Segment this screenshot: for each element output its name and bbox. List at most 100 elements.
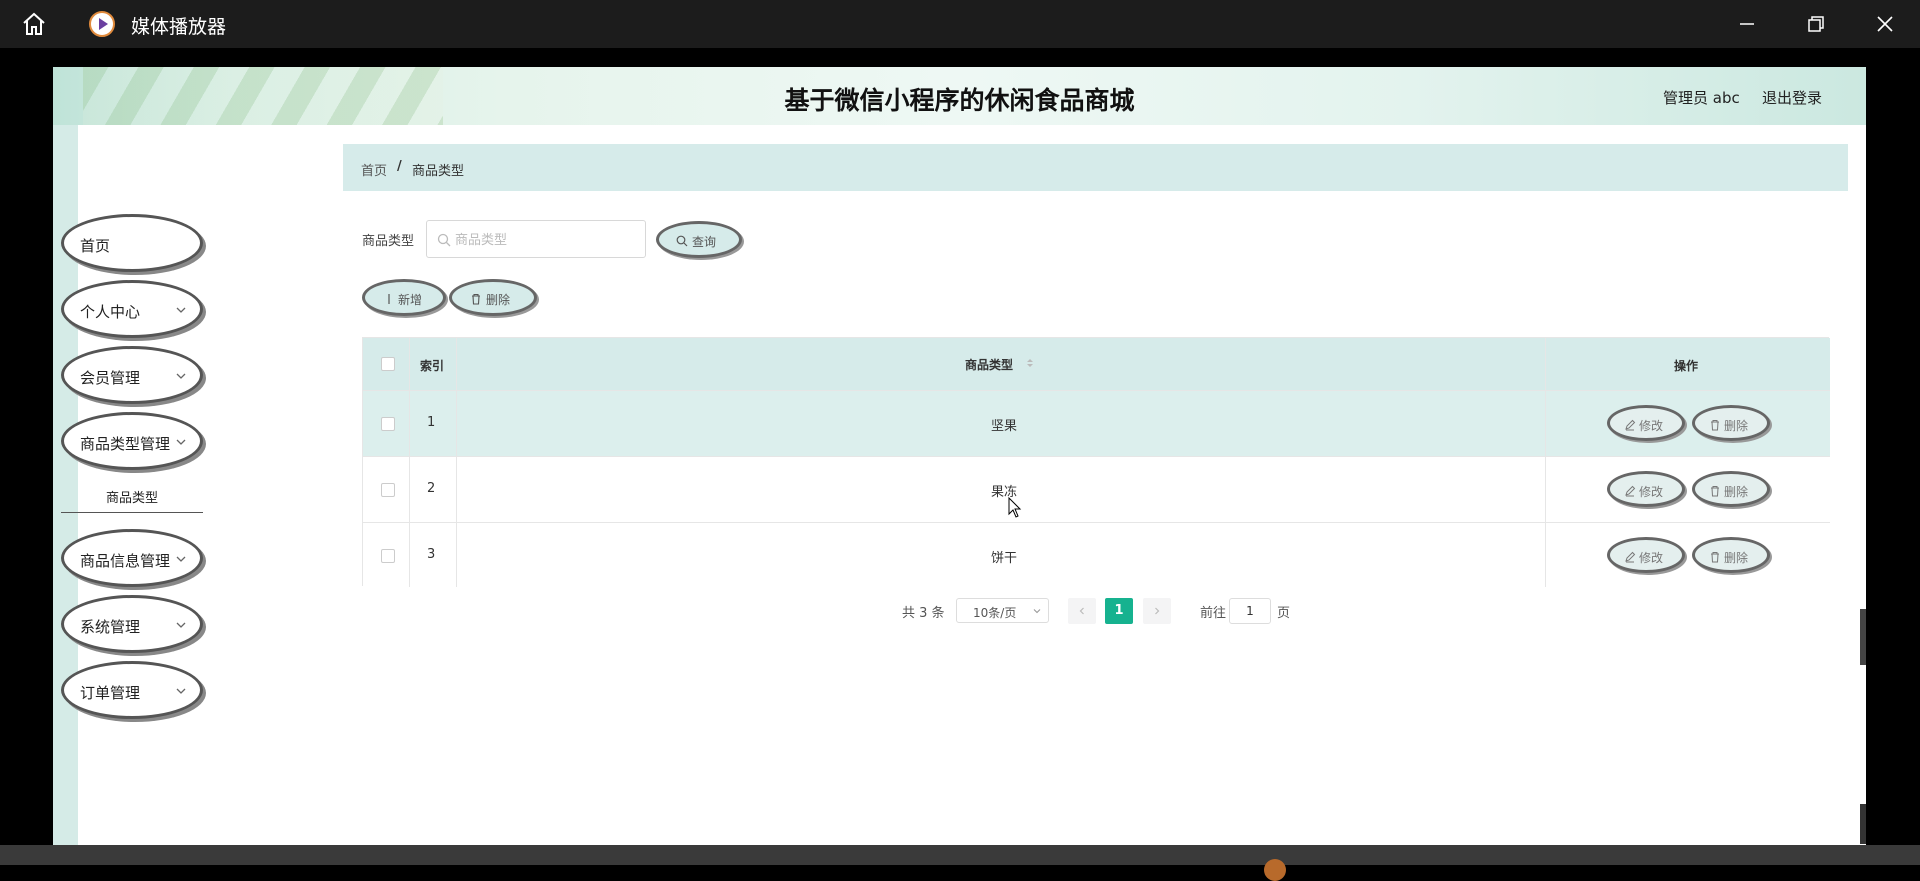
page-size-value: 10条/页 [973, 606, 1017, 620]
chevron-down-icon [176, 439, 186, 445]
sidebar-item-home[interactable]: 首页 [61, 214, 203, 272]
column-divider [456, 338, 457, 587]
trash-icon [472, 293, 480, 305]
select-all-checkbox[interactable] [381, 357, 395, 371]
search-label: 商品类型 [362, 234, 415, 249]
product-type-table: 索引 商品类型 操作 1 坚果 修改 删除 2 果冻 修改 删除 3 饼干 修改… [362, 337, 1830, 588]
search-field[interactable] [426, 220, 646, 258]
column-header-actions: 操作 [1674, 359, 1699, 373]
breadcrumb: 首页 / 商品类型 [343, 144, 1848, 191]
sidebar-item-member-management[interactable]: 会员管理 [61, 346, 203, 404]
breadcrumb-current: 商品类型 [412, 164, 465, 179]
page-size-select[interactable]: 10条/页 [956, 598, 1049, 623]
breadcrumb-separator: / [397, 159, 402, 174]
goto-label: 前往 [1200, 606, 1227, 621]
table-row[interactable]: 1 坚果 修改 删除 [363, 390, 1830, 456]
sidebar-item-label: 商品信息管理 [80, 552, 171, 570]
edit-button-label: 修改 [1639, 485, 1664, 499]
sidebar-item-order-management[interactable]: 订单管理 [61, 661, 203, 719]
site-title: 基于微信小程序的休闲食品商城 [784, 86, 1135, 115]
player-controls-bar [0, 845, 1920, 881]
edit-button[interactable]: 修改 [1607, 405, 1685, 441]
row-checkbox[interactable] [381, 483, 395, 497]
row-index: 2 [427, 481, 436, 496]
sidebar-item-product-info-management[interactable]: 商品信息管理 [61, 529, 203, 587]
logout-link[interactable]: 退出登录 [1762, 87, 1822, 108]
sort-icon[interactable] [1026, 357, 1034, 369]
row-delete-button[interactable]: 删除 [1692, 537, 1770, 573]
scrollbar-thumb[interactable] [1860, 804, 1866, 844]
admin-label: 管理员 abc [1663, 89, 1740, 107]
close-icon[interactable] [1870, 10, 1900, 38]
plus-icon [388, 294, 390, 304]
chevron-right-icon [1155, 607, 1160, 615]
edit-icon [1625, 551, 1636, 563]
next-page-button[interactable] [1143, 598, 1171, 624]
chevron-down-icon [176, 688, 186, 694]
goto-page-input[interactable] [1229, 598, 1271, 624]
row-delete-button[interactable]: 删除 [1692, 471, 1770, 507]
edit-button-label: 修改 [1639, 419, 1664, 433]
chevron-down-icon [176, 373, 186, 379]
delete-button[interactable]: 删除 [449, 279, 537, 316]
row-delete-button[interactable]: 删除 [1692, 405, 1770, 441]
edit-icon [1625, 485, 1636, 497]
chevron-down-icon [176, 307, 186, 313]
sidebar-item-system-management[interactable]: 系统管理 [61, 595, 203, 653]
row-delete-button-label: 删除 [1724, 419, 1749, 433]
sidebar-subitem-label: 商品类型 [105, 491, 158, 506]
sidebar-item-product-type-management[interactable]: 商品类型管理 [61, 412, 203, 470]
search-input[interactable] [455, 229, 635, 251]
web-page: 基于微信小程序的休闲食品商城 管理员 abc 退出登录 首页 个人中心 会员管理… [53, 67, 1866, 845]
edit-button-label: 修改 [1639, 551, 1664, 565]
row-index: 3 [427, 547, 436, 562]
prev-page-button[interactable] [1068, 598, 1096, 624]
sidebar-item-label: 会员管理 [80, 369, 141, 387]
edit-button[interactable]: 修改 [1607, 537, 1685, 573]
sidebar-item-label: 首页 [80, 237, 111, 255]
add-button[interactable]: 新增 [362, 279, 446, 316]
home-icon[interactable] [20, 10, 48, 38]
scrollbar-thumb[interactable] [1860, 609, 1866, 665]
sidebar-item-label: 商品类型管理 [80, 435, 171, 453]
chevron-left-icon [1079, 607, 1084, 615]
table-row[interactable]: 2 果冻 修改 删除 [363, 456, 1830, 522]
pagination-total: 共 3 条 [902, 606, 945, 621]
sidebar-item-personal-center[interactable]: 个人中心 [61, 280, 203, 338]
minimize-icon[interactable] [1732, 10, 1762, 38]
chevron-down-icon [1033, 609, 1041, 614]
column-divider [1545, 338, 1546, 587]
row-product-type: 坚果 [991, 419, 1018, 434]
row-delete-button-label: 删除 [1724, 485, 1749, 499]
restore-icon[interactable] [1800, 10, 1830, 38]
edit-button[interactable]: 修改 [1607, 471, 1685, 507]
add-button-label: 新增 [398, 293, 423, 307]
trash-icon [1711, 420, 1719, 431]
row-product-type: 饼干 [991, 551, 1018, 566]
sidebar-item-label: 个人中心 [80, 303, 141, 321]
sidebar-item-label: 订单管理 [80, 684, 141, 702]
page-number-current[interactable]: 1 [1105, 598, 1133, 624]
row-checkbox[interactable] [381, 417, 395, 431]
table-header: 索引 商品类型 操作 [363, 338, 1830, 390]
query-button-label: 查询 [692, 235, 717, 249]
trash-icon [1711, 552, 1719, 563]
chevron-down-icon [176, 622, 186, 628]
column-header-index: 索引 [420, 359, 445, 373]
page-suffix: 页 [1277, 606, 1291, 621]
chevron-down-icon [176, 556, 186, 562]
row-checkbox[interactable] [381, 549, 395, 563]
table-row[interactable]: 3 饼干 修改 删除 [363, 522, 1830, 588]
breadcrumb-home[interactable]: 首页 [361, 160, 387, 179]
seek-knob[interactable] [1264, 859, 1286, 881]
column-divider [409, 338, 410, 587]
query-button[interactable]: 查询 [656, 221, 742, 258]
delete-button-label: 删除 [486, 293, 511, 307]
player-titlebar: 媒体播放器 [0, 0, 1920, 48]
edit-icon [1625, 419, 1636, 431]
column-header-product-type[interactable]: 商品类型 [965, 356, 1013, 373]
sidebar-subitem-product-type[interactable]: 商品类型 [61, 479, 203, 513]
header-banner: 基于微信小程序的休闲食品商城 管理员 abc 退出登录 [53, 67, 1866, 125]
search-icon [676, 235, 688, 247]
search-icon [437, 233, 451, 247]
